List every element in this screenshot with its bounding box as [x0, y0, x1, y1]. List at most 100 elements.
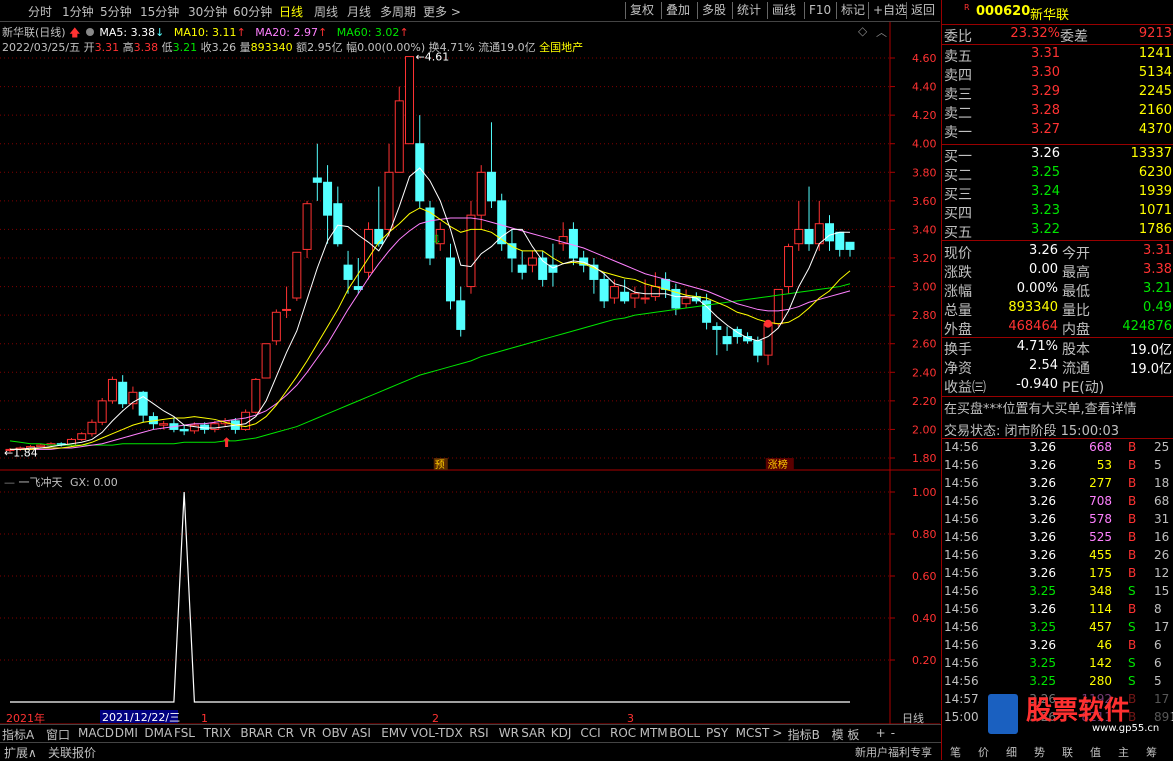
bid-volume: 1786: [1138, 222, 1172, 237]
period-tab-3[interactable]: 15分钟: [140, 3, 179, 20]
tool-button-2[interactable]: 多股: [697, 2, 730, 19]
period-tab-6[interactable]: 日线: [279, 3, 303, 20]
tool-button-1[interactable]: 叠加: [661, 2, 694, 19]
new-user-notice[interactable]: 新用户福利专享: [855, 744, 932, 760]
indicator-tab-24[interactable]: >: [772, 726, 782, 740]
ask-price[interactable]: 3.30: [1004, 65, 1060, 80]
stat-label: 内盘: [1062, 322, 1090, 338]
period-tab-4[interactable]: 30分钟: [188, 3, 227, 20]
tool-button-0[interactable]: 复权: [625, 2, 658, 19]
indicator-tab-17[interactable]: KDJ: [551, 726, 572, 740]
indicator-tab-4[interactable]: DMA: [144, 726, 172, 740]
panel-button-4[interactable]: 联: [1062, 744, 1073, 760]
candle-body: [650, 286, 660, 298]
indicator-tab-9[interactable]: VR: [300, 726, 317, 740]
panel-button-2[interactable]: 细: [1006, 744, 1017, 760]
r-badge-icon: R: [964, 3, 970, 12]
ask-price[interactable]: 3.31: [1004, 46, 1060, 61]
period-tab-1[interactable]: 1分钟: [62, 3, 94, 20]
indicator-tab-20[interactable]: MTM: [640, 726, 668, 740]
indicator-tab-12[interactable]: EMV: [381, 726, 407, 740]
tick-side: B: [1128, 440, 1137, 454]
bid-price[interactable]: 3.24: [1004, 184, 1060, 199]
tool-button-8[interactable]: 返回: [906, 2, 939, 19]
tick-count: 5: [1154, 674, 1162, 688]
period-tab-7[interactable]: 周线: [314, 3, 338, 20]
indicator-tab-11[interactable]: ASI: [352, 726, 371, 740]
period-tab-5[interactable]: 60分钟: [233, 3, 272, 20]
tick-side: S: [1128, 656, 1136, 670]
period-tab-9[interactable]: 多周期: [380, 3, 416, 20]
period-tab-10[interactable]: 更多 >: [423, 3, 461, 20]
candle-body: [97, 400, 107, 423]
tick-count: 26: [1154, 548, 1170, 562]
candle-body: [323, 181, 333, 216]
indicator-tab-21[interactable]: BOLL: [669, 726, 700, 740]
period-tab-8[interactable]: 月线: [347, 3, 371, 20]
bid-price[interactable]: 3.22: [1004, 222, 1060, 237]
period-label: 日线: [902, 711, 924, 724]
period-tab-0[interactable]: 分时: [28, 3, 52, 20]
collapse-icon[interactable]: —: [4, 476, 15, 489]
ask-price[interactable]: 3.27: [1004, 122, 1060, 137]
indicator-tab-23[interactable]: MCST: [736, 726, 770, 740]
panel-button-3[interactable]: 势: [1034, 744, 1045, 760]
bid-price[interactable]: 3.23: [1004, 203, 1060, 218]
ohlc-line: 2022/03/25/五 开3.31 高3.38 低3.21 收3.26 量89…: [2, 39, 583, 55]
indicator-tab-7[interactable]: BRAR: [240, 726, 273, 740]
kline-chart-area[interactable]: 4.60 4.40 4.20 4.00 3.80 3.60 3.40 3.20 3.00 2.80…: [0, 22, 940, 732]
ask-price[interactable]: 3.29: [1004, 84, 1060, 99]
panel-button-6[interactable]: 主: [1118, 744, 1129, 760]
indicator-tab-16[interactable]: SAR: [521, 726, 545, 740]
indicator-tab-28[interactable]: -: [891, 726, 895, 740]
ask-price[interactable]: 3.28: [1004, 103, 1060, 118]
tool-button-3[interactable]: 统计: [732, 2, 765, 19]
tool-button-6[interactable]: 标记: [836, 2, 869, 19]
indicator-tab-10[interactable]: OBV: [322, 726, 348, 740]
bid-price[interactable]: 3.25: [1004, 165, 1060, 180]
panel-button-0[interactable]: 笔: [950, 744, 961, 760]
panel-button-5[interactable]: 值: [1090, 744, 1101, 760]
indicator-tab-27[interactable]: +: [876, 726, 886, 740]
indicator-tab-13[interactable]: VOL-TDX: [411, 726, 463, 740]
indicator-tab-5[interactable]: FSL: [174, 726, 195, 740]
indicator-tab-22[interactable]: PSY: [706, 726, 728, 740]
tick-price: 3.26: [1029, 602, 1056, 616]
bid-price[interactable]: 3.26: [1004, 146, 1060, 161]
indicator-tab-3[interactable]: DMI: [115, 726, 138, 740]
sector-link[interactable]: 全国地产: [539, 41, 583, 54]
big-order-notice[interactable]: 在买盘***位置有大买单,查看详情: [944, 398, 1173, 417]
tick-price: 3.25: [1029, 620, 1056, 634]
candle-body: [271, 311, 281, 342]
indicator-tab-15[interactable]: WR: [499, 726, 519, 740]
settings-dot-icon[interactable]: [85, 28, 94, 36]
indicator-tab-14[interactable]: RSI: [469, 726, 489, 740]
indicator-tab-6[interactable]: TRIX: [204, 726, 231, 740]
related-quote-button[interactable]: 关联报价: [48, 744, 96, 761]
stat-value: 4.71%: [1016, 339, 1058, 354]
ma10-label: MA10: 3.11: [173, 26, 237, 39]
indicator-tab-8[interactable]: CR: [277, 726, 294, 740]
indicator-tab-18[interactable]: CCI: [580, 726, 600, 740]
tick-count: 16: [1154, 530, 1170, 544]
stat-label: 总量: [944, 303, 972, 319]
indicator-tab-19[interactable]: ROC: [610, 726, 636, 740]
ask-volume: 4370: [1138, 122, 1172, 137]
stat-label: 最高: [1062, 265, 1090, 281]
tool-button-4[interactable]: 画线: [767, 2, 800, 19]
indicator-tab-25[interactable]: 指标B: [788, 726, 820, 743]
expand-button[interactable]: 扩展∧: [4, 744, 37, 761]
panel-button-7[interactable]: 筹: [1146, 744, 1157, 760]
indicator-tab-26[interactable]: 模 板: [832, 726, 860, 743]
panel-button-1[interactable]: 价: [978, 744, 989, 760]
diamond-icon[interactable]: ◇: [858, 24, 867, 38]
tool-button-7[interactable]: +自选: [868, 2, 911, 19]
indicator-tab-0[interactable]: 指标A: [2, 726, 34, 743]
indicator-tab-2[interactable]: MACD: [78, 726, 114, 740]
kline-chart-svg[interactable]: 4.60 4.40 4.20 4.00 3.80 3.60 3.40 3.20 3.00 2.80…: [0, 22, 940, 725]
chevron-up-icon[interactable]: ︿: [876, 24, 887, 40]
period-tab-2[interactable]: 5分钟: [100, 3, 132, 20]
indicator-tab-1[interactable]: 窗口: [46, 726, 70, 743]
tool-button-5[interactable]: F10: [804, 2, 835, 19]
ask-label: 卖二: [944, 106, 972, 122]
